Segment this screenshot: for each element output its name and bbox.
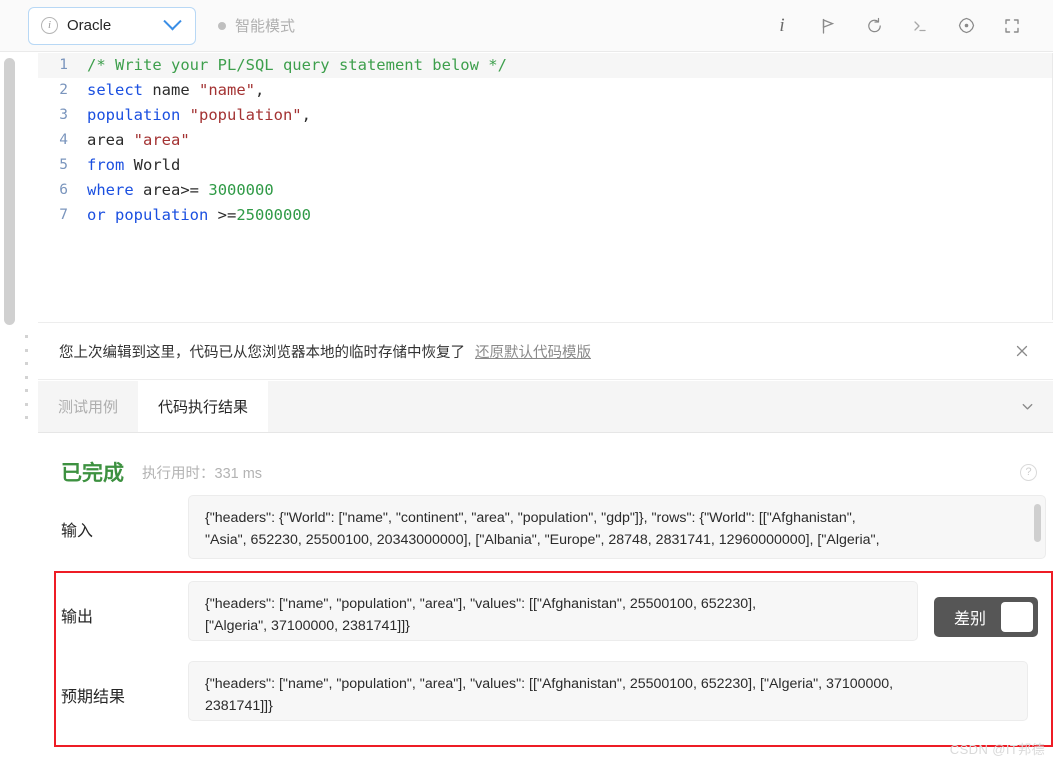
code-line[interactable]: 5 from World bbox=[38, 153, 1053, 178]
chevron-down-icon[interactable] bbox=[1001, 381, 1053, 432]
output-value-line-2: ["Algeria", 37100000, 2381741]]} bbox=[205, 618, 410, 634]
elapsed-time-value: 331 ms bbox=[214, 465, 263, 482]
code-line[interactable]: 1 /* Write your PL/SQL query statement be… bbox=[38, 53, 1053, 78]
line-number: 6 bbox=[59, 182, 68, 198]
token-plain: name bbox=[143, 81, 199, 99]
code-editor[interactable]: 1 /* Write your PL/SQL query statement be… bbox=[38, 53, 1053, 320]
settings-icon[interactable] bbox=[943, 5, 989, 47]
token-str: "population" bbox=[189, 106, 302, 124]
tab-test-cases[interactable]: 测试用例 bbox=[38, 381, 138, 432]
output-row: 输出 {"headers": ["name", "population", "a… bbox=[38, 581, 1053, 641]
tab-execution-result-label: 代码执行结果 bbox=[158, 399, 249, 416]
expected-label: 预期结果 bbox=[61, 689, 126, 706]
status-dot-icon bbox=[218, 21, 226, 30]
token-op: , bbox=[255, 81, 265, 99]
code-text: area "area" bbox=[82, 128, 1053, 153]
expected-value-line-1: {"headers": ["name", "population", "area… bbox=[205, 676, 894, 692]
token-comment: /* Write your PL/SQL query statement bel… bbox=[87, 56, 507, 74]
info-circle-icon: i bbox=[41, 17, 58, 34]
close-icon[interactable] bbox=[1007, 336, 1037, 366]
token-op: >= bbox=[180, 181, 200, 199]
token-str: "name" bbox=[199, 81, 255, 99]
token-kw: where bbox=[87, 181, 134, 199]
restore-notification-text: 您上次编辑到这里，代码已从您浏览器本地的临时存储中恢复了 bbox=[59, 344, 465, 361]
token-kw: or population bbox=[87, 206, 209, 224]
input-value-line-1: {"headers": {"World": ["name", "continen… bbox=[205, 510, 856, 526]
chevron-down-icon bbox=[163, 12, 182, 31]
code-text: population "population", bbox=[82, 103, 1053, 128]
smart-mode-label: 智能模式 bbox=[235, 18, 296, 35]
line-number: 3 bbox=[59, 107, 68, 123]
token-kw: from bbox=[87, 156, 125, 174]
tab-execution-result[interactable]: 代码执行结果 bbox=[138, 381, 269, 432]
line-number: 1 bbox=[59, 57, 68, 73]
code-text: /* Write your PL/SQL query statement bel… bbox=[82, 53, 1053, 78]
input-label: 输入 bbox=[61, 523, 94, 540]
token-plain: World bbox=[124, 156, 181, 174]
panel-resize-handle[interactable] bbox=[23, 335, 29, 419]
token-kw: population bbox=[87, 106, 190, 124]
fullscreen-icon[interactable] bbox=[989, 5, 1035, 47]
code-text: where area>= 3000000 bbox=[82, 178, 1053, 203]
language-select-value: Oracle bbox=[67, 17, 112, 34]
token-plain: area bbox=[87, 131, 134, 149]
flag-icon[interactable] bbox=[805, 5, 851, 47]
diff-toggle[interactable]: 差别 bbox=[934, 597, 1038, 637]
token-num: 25000000 bbox=[236, 206, 311, 224]
line-number: 5 bbox=[59, 157, 68, 173]
line-number: 2 bbox=[59, 82, 68, 98]
elapsed-time-label: 执行用时： bbox=[142, 465, 215, 482]
token-num: 3000000 bbox=[208, 181, 274, 199]
expected-value-box[interactable]: {"headers": ["name", "population", "area… bbox=[188, 661, 1028, 721]
code-line[interactable]: 4 area "area" bbox=[38, 128, 1053, 153]
tab-test-cases-label: 测试用例 bbox=[58, 399, 119, 416]
output-label: 输出 bbox=[61, 609, 94, 626]
language-select[interactable]: i Oracle bbox=[28, 6, 196, 45]
status-badge: 已完成 bbox=[61, 462, 124, 485]
line-number: 4 bbox=[59, 132, 68, 148]
input-value-line-2: "Asia", 652230, 25500100, 20343000000], … bbox=[205, 532, 880, 548]
token-str: "area" bbox=[133, 131, 190, 149]
token-op: , bbox=[301, 106, 311, 124]
expected-row: 预期结果 {"headers": ["name", "population", … bbox=[38, 661, 1053, 721]
toolbar-icon-group: i bbox=[759, 5, 1053, 47]
line-number: 7 bbox=[59, 207, 68, 223]
code-editor-page: i Oracle 智能模式 i 1 /* Write your PL/SQL q… bbox=[0, 0, 1053, 762]
input-row: 输入 {"headers": {"World": ["name", "conti… bbox=[38, 495, 1053, 559]
page-scrollbar-thumb[interactable] bbox=[4, 58, 15, 325]
code-line[interactable]: 7 or population >=25000000 bbox=[38, 203, 1053, 228]
question-circle-icon[interactable]: ? bbox=[1020, 463, 1037, 481]
smart-mode-toggle[interactable]: 智能模式 bbox=[218, 15, 295, 36]
result-tabbar: 测试用例 代码执行结果 bbox=[38, 381, 1053, 433]
info-icon[interactable]: i bbox=[759, 5, 805, 47]
code-line[interactable]: 6 where area>= 3000000 bbox=[38, 178, 1053, 203]
input-value-box[interactable]: {"headers": {"World": ["name", "continen… bbox=[188, 495, 1046, 559]
diff-toggle-label: 差别 bbox=[953, 611, 986, 628]
code-line[interactable]: 3 population "population", bbox=[38, 103, 1053, 128]
execution-result-panel: 已完成 执行用时：331 ms ? 输入 {"headers": {"World… bbox=[38, 433, 1053, 762]
code-text: select name "name", bbox=[82, 78, 1053, 103]
code-text: or population >=25000000 bbox=[82, 203, 1053, 228]
output-value-line-1: {"headers": ["name", "population", "area… bbox=[205, 596, 757, 612]
output-value-box[interactable]: {"headers": ["name", "population", "area… bbox=[188, 581, 918, 641]
token-kw: select bbox=[87, 81, 143, 99]
console-icon[interactable] bbox=[897, 5, 943, 47]
expected-value-line-2: 2381741]]} bbox=[205, 698, 273, 714]
input-box-scrollbar[interactable] bbox=[1034, 504, 1041, 542]
top-toolbar: i Oracle 智能模式 i bbox=[0, 0, 1053, 52]
elapsed-time: 执行用时：331 ms bbox=[142, 462, 262, 483]
reset-icon[interactable] bbox=[851, 5, 897, 47]
code-text: from World bbox=[82, 153, 1053, 178]
watermark: CSDN @IT邦德 bbox=[949, 742, 1045, 757]
execution-status-row: 已完成 执行用时：331 ms ? bbox=[38, 454, 1053, 490]
code-line[interactable]: 2 select name "name", bbox=[38, 78, 1053, 103]
restore-notification-bar: 您上次编辑到这里，代码已从您浏览器本地的临时存储中恢复了 还原默认代码模版 bbox=[38, 322, 1053, 380]
token-plain: area bbox=[133, 181, 181, 199]
restore-default-template-link[interactable]: 还原默认代码模版 bbox=[475, 341, 591, 362]
token-op: >= bbox=[217, 206, 237, 224]
diff-toggle-knob bbox=[1001, 602, 1033, 632]
